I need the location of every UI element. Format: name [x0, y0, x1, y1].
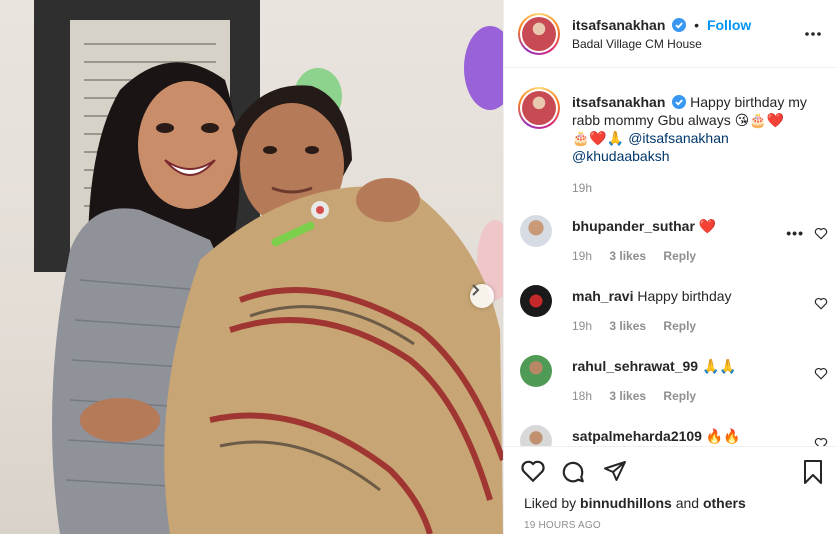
comment-meta: 19h 3 likes Reply [572, 249, 828, 263]
comment-like-heart-icon[interactable] [814, 227, 828, 240]
comment-time[interactable]: 19h [572, 249, 592, 263]
comment-item: satpalmeharda2109 🔥🔥 [518, 425, 828, 446]
liked-by-others[interactable]: others [703, 495, 746, 511]
post-actions: Liked by binnudhillons and others 19 HOU… [504, 446, 837, 534]
comment-options-icon[interactable]: ••• [786, 225, 804, 241]
comment-item: mah_ravi Happy birthday 19h 3 likes Repl… [518, 285, 828, 333]
comment-avatar[interactable] [520, 215, 552, 247]
comment-text: 🔥🔥 [705, 428, 741, 444]
share-send-icon[interactable] [602, 459, 628, 483]
like-heart-icon[interactable] [520, 459, 546, 483]
liked-by-and: and [675, 495, 700, 511]
comment-text: ❤️ [698, 218, 717, 234]
comment-time[interactable]: 19h [572, 319, 592, 333]
post-photo[interactable] [0, 0, 503, 534]
post-location[interactable]: Badal Village CM House [572, 37, 751, 51]
instagram-post: itsafsanakhan • Follow Badal Village CM … [0, 0, 837, 534]
comment-item: bhupander_suthar ❤️ 19h 3 likes Reply ••… [518, 215, 828, 263]
comment-username[interactable]: rahul_sehrawat_99 [572, 358, 698, 374]
comment-username[interactable]: mah_ravi [572, 288, 633, 304]
author-avatar[interactable] [518, 12, 560, 55]
comment-likes[interactable]: 3 likes [609, 249, 646, 263]
verified-badge-icon [672, 95, 687, 109]
comment-likes[interactable]: 3 likes [609, 319, 646, 333]
comment-avatar[interactable] [520, 355, 552, 387]
comment-avatar[interactable] [520, 285, 552, 317]
comment-reply-button[interactable]: Reply [663, 319, 696, 333]
liked-by-user[interactable]: binnudhillons [580, 495, 672, 511]
save-bookmark-icon[interactable] [801, 459, 825, 485]
next-photo-button[interactable] [470, 284, 494, 308]
comment-username[interactable]: satpalmeharda2109 [572, 428, 702, 444]
post-side-panel: itsafsanakhan • Follow Badal Village CM … [503, 0, 837, 534]
author-info: itsafsanakhan • Follow Badal Village CM … [572, 17, 751, 51]
comment-meta: 18h 3 likes Reply [572, 389, 828, 403]
comment-meta: 19h 3 likes Reply [572, 319, 828, 333]
caption-avatar[interactable] [518, 87, 560, 129]
comment-like-heart-icon[interactable] [814, 437, 828, 446]
comment-likes[interactable]: 3 likes [609, 389, 646, 403]
caption-emojis: 🎂❤️🙏 [572, 130, 625, 146]
more-horizontal-icon[interactable] [803, 24, 823, 44]
author-username[interactable]: itsafsanakhan [572, 17, 665, 33]
caption-mention-2[interactable]: @khudaabaksh [572, 148, 670, 164]
caption-username[interactable]: itsafsanakhan [572, 94, 665, 110]
comment-item: rahul_sehrawat_99 🙏🙏 18h 3 likes Reply [518, 355, 828, 403]
comment-username[interactable]: bhupander_suthar [572, 218, 695, 234]
chevron-right-icon [472, 284, 480, 296]
caption-time[interactable]: 19h [572, 179, 828, 197]
comment-avatar[interactable] [520, 425, 552, 446]
post-timestamp[interactable]: 19 HOURS AGO [524, 520, 601, 531]
post-header: itsafsanakhan • Follow Badal Village CM … [504, 0, 837, 68]
post-caption: itsafsanakhan Happy birthday my rabb mom… [518, 87, 828, 197]
comment-like-heart-icon[interactable] [814, 297, 828, 310]
photo-illustration [34, 0, 503, 534]
action-icons [520, 459, 825, 487]
comment-bubble-icon[interactable] [560, 459, 586, 485]
follow-button[interactable]: Follow [707, 17, 751, 33]
separator-dot: • [694, 16, 700, 33]
comment-reply-button[interactable]: Reply [663, 389, 696, 403]
comment-text: Happy birthday [637, 288, 732, 304]
comment-text: 🙏🙏 [701, 358, 737, 374]
comment-time[interactable]: 18h [572, 389, 592, 403]
verified-badge-icon [672, 17, 687, 32]
comments-list[interactable]: itsafsanakhan Happy birthday my rabb mom… [504, 69, 837, 446]
caption-mention-1[interactable]: @itsafsanakhan [628, 130, 729, 146]
liked-by-text: Liked by binnudhillons and others [524, 495, 746, 511]
liked-by-prefix: Liked by [524, 495, 577, 511]
comment-like-heart-icon[interactable] [814, 367, 828, 380]
comment-reply-button[interactable]: Reply [663, 249, 696, 263]
